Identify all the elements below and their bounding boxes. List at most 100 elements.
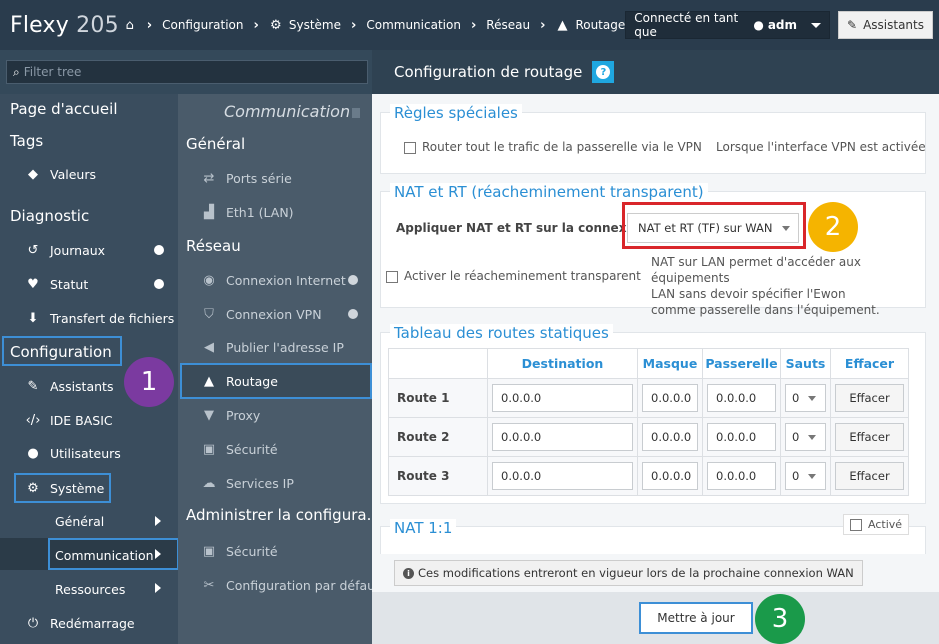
footer-bar: Mettre à jour [372, 592, 939, 644]
user-menu[interactable]: Connecté en tant que ● adm [625, 11, 831, 39]
step-badge-1: 1 [124, 357, 174, 407]
gateway-input[interactable]: 0.0.0.0 [707, 462, 776, 490]
route-name: Route 1 [388, 378, 488, 418]
delete-route-button[interactable]: Effacer [835, 384, 904, 412]
chevron-right-icon: › [540, 17, 546, 33]
expand-plus-icon[interactable] [348, 275, 358, 285]
road-icon: ▲ [557, 17, 568, 33]
subnav-publier-ip[interactable]: ◀ Publier l'adresse IP [200, 335, 344, 359]
route-name: Route 3 [388, 456, 488, 496]
subnav-eth1[interactable]: ▟ Eth1 (LAN) [200, 200, 294, 224]
lock-icon: ▣ [202, 543, 216, 559]
breadcrumb-communication[interactable]: Communication [366, 18, 461, 32]
nav-redemarrage[interactable]: ⏻ Redémarrage [24, 611, 135, 635]
update-button[interactable]: Mettre à jour [639, 602, 753, 634]
filter-tree-input[interactable] [23, 65, 344, 79]
table-row: Route 2 0.0.0.0 0.0.0.0 0.0.0.0 0 Efface… [388, 417, 909, 457]
help-button[interactable]: ? [592, 61, 615, 83]
transparent-forwarding-option[interactable]: Activer le réacheminement transparent [386, 269, 641, 283]
nav-general[interactable]: Général [55, 509, 104, 533]
assistants-button[interactable]: ✎ Assistants [838, 11, 933, 39]
destination-input[interactable]: 0.0.0.0 [492, 462, 633, 490]
nav-home[interactable]: Page d'accueil [10, 100, 117, 118]
legend-nat11: NAT 1:1 [390, 519, 457, 537]
hops-select[interactable]: 0 [785, 384, 826, 412]
page-title: Configuration de routage [394, 63, 583, 81]
nav-ide-basic[interactable]: ‹/› IDE BASIC [24, 408, 113, 432]
globe-icon: ◉ [203, 272, 215, 288]
delete-route-button[interactable]: Effacer [835, 462, 904, 490]
hops-select[interactable]: 0 [785, 423, 826, 451]
chevron-right-icon: › [146, 17, 153, 33]
gears-icon: ⚙ [270, 17, 282, 33]
mask-input[interactable]: 0.0.0.0 [642, 423, 698, 451]
nat11-active-checkbox[interactable] [850, 519, 862, 531]
breadcrumb-reseau[interactable]: Réseau [486, 18, 530, 32]
destination-input[interactable]: 0.0.0.0 [492, 423, 633, 451]
subnav-services-ip[interactable]: ☁ Services IP [200, 471, 294, 495]
transparent-forwarding-checkbox[interactable] [386, 270, 398, 283]
legend-special-rules: Règles spéciales [390, 104, 522, 122]
subnav-config-defaut[interactable]: ✂ Configuration par défaut [200, 573, 380, 597]
subnav-title: Communication [224, 102, 351, 121]
caret-down-icon [811, 22, 822, 28]
expand-plus-icon[interactable] [154, 245, 164, 255]
tag-icon: ◆ [28, 166, 38, 182]
pin-icon[interactable] [352, 108, 360, 118]
nav-journaux[interactable]: ↺ Journaux [24, 238, 106, 262]
mask-input[interactable]: 0.0.0.0 [642, 384, 698, 412]
breadcrumb-systeme[interactable]: ⚙ Système [269, 18, 341, 33]
nav-tags[interactable]: Tags [10, 132, 43, 150]
shield-icon: ⛉ [204, 306, 214, 322]
nat11-active-toggle[interactable]: Activé [843, 514, 910, 535]
subnav-proxy[interactable]: ▼ Proxy [200, 403, 260, 427]
nav-assistants[interactable]: ✎ Assistants [24, 374, 114, 398]
breadcrumb-home[interactable]: ⌂ [123, 18, 137, 33]
subnav-securite[interactable]: ▣ Sécurité [200, 437, 278, 461]
chevron-right-icon: › [350, 17, 357, 33]
nav-statut[interactable]: ♥ Statut [24, 272, 88, 296]
gateway-input[interactable]: 0.0.0.0 [707, 423, 776, 451]
subnav-connexion-vpn[interactable]: ⛉ Connexion VPN [200, 302, 321, 326]
download-icon: ⬇ [27, 310, 39, 326]
delete-route-button[interactable]: Effacer [835, 423, 904, 451]
header-sauts: Sauts [780, 348, 831, 379]
app-name: Flexy [10, 12, 69, 38]
destination-input[interactable]: 0.0.0.0 [492, 384, 633, 412]
breadcrumb-configuration[interactable]: Configuration [162, 18, 243, 32]
route-all-vpn-option[interactable]: Router tout le trafic de la passerelle v… [404, 140, 702, 154]
subnav-connexion-internet[interactable]: ◉ Connexion Internet [200, 268, 345, 292]
route-all-vpn-checkbox[interactable] [404, 141, 416, 154]
subnav-routage[interactable]: ▲ Routage [200, 369, 278, 393]
expand-plus-icon[interactable] [154, 279, 164, 289]
volume-icon: ◀ [204, 339, 214, 355]
step-badge-2: 2 [808, 202, 858, 252]
subnav-securite-admin[interactable]: ▣ Sécurité [200, 539, 278, 563]
top-bar: Flexy 205 ⌂ › Configuration › ⚙ Système ›… [0, 0, 939, 50]
routes-header-row: Destination Masque Passerelle Sauts Effa… [388, 348, 909, 379]
gateway-input[interactable]: 0.0.0.0 [707, 384, 776, 412]
breadcrumb: ⌂ › Configuration › ⚙ Système › Communica… [123, 18, 626, 33]
route-name: Route 2 [388, 417, 488, 457]
subnav-ports-serie[interactable]: ⇄ Ports série [200, 166, 292, 190]
nav-diagnostic[interactable]: Diagnostic [10, 207, 89, 225]
app-logo[interactable]: Flexy 205 [0, 13, 123, 38]
app-model: 205 [76, 12, 119, 38]
nav-ressources[interactable]: Ressources [55, 577, 125, 601]
caret-down-icon [808, 435, 816, 440]
heartbeat-icon: ♥ [27, 276, 39, 292]
expand-plus-icon[interactable] [348, 309, 358, 319]
hops-select[interactable]: 0 [785, 462, 826, 490]
mask-input[interactable]: 0.0.0.0 [642, 462, 698, 490]
nav-transfert[interactable]: ⬇ Transfert de fichiers [24, 306, 175, 330]
wrench-icon: ✂ [203, 577, 215, 593]
home-icon: ⌂ [125, 17, 134, 33]
subnav-section-reseau: Réseau [186, 237, 241, 255]
nav-utilisateurs[interactable]: ● Utilisateurs [24, 441, 120, 465]
sub-nav: Communication Général ⇄ Ports série ▟ Eth1… [178, 94, 381, 644]
communication-highlight [48, 538, 179, 570]
nav-valeurs[interactable]: ◆ Valeurs [24, 162, 96, 186]
breadcrumb-routage[interactable]: ▲ Routage [555, 18, 625, 33]
step-badge-3: 3 [755, 594, 805, 644]
chevron-right-icon [155, 516, 161, 526]
